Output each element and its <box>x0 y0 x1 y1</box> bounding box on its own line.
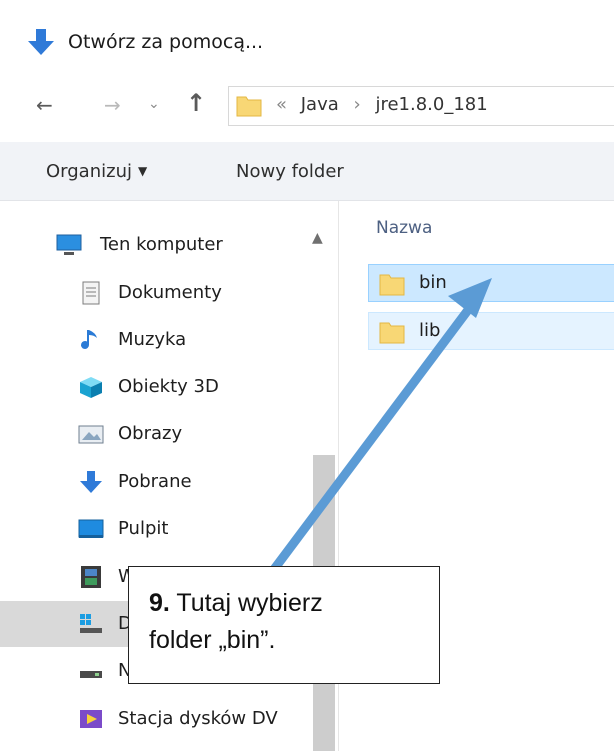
nav-item-label: Stacja dysków DV <box>118 708 278 729</box>
breadcrumb-separator: › <box>353 94 361 115</box>
folder-icon <box>379 274 405 296</box>
nav-item-label: Pobrane <box>118 471 192 492</box>
dvd-drive-icon <box>80 710 102 728</box>
chevron-down-icon[interactable]: ⌄ <box>148 96 160 112</box>
nav-item-label: Obrazy <box>118 423 183 444</box>
nav-item-label: Ten komputer <box>100 234 223 255</box>
music-icon <box>81 330 97 349</box>
file-row-lib[interactable]: lib <box>368 312 614 350</box>
nav-item-pictures[interactable]: Obrazy <box>0 411 308 457</box>
drive-icon <box>80 671 102 678</box>
window-title: Otwórz za pomocą... <box>68 31 264 53</box>
nav-item-music[interactable]: Muzyka <box>0 317 308 363</box>
nav-item-documents[interactable]: Dokumenty <box>0 270 308 316</box>
nav-item-3d-objects[interactable]: Obiekty 3D <box>0 364 308 410</box>
video-icon <box>81 566 101 588</box>
callout-text: 9. Tutaj wybierz folder „bin”. <box>149 585 439 659</box>
nav-item-label: Pulpit <box>118 518 169 539</box>
callout-step: 9. <box>149 589 170 617</box>
scroll-up-icon[interactable]: ▲ <box>312 230 323 246</box>
desktop-icon <box>78 519 104 538</box>
organize-label: Organizuj <box>46 161 132 182</box>
cube-3d-icon <box>80 377 102 398</box>
new-folder-button[interactable]: Nowy folder <box>236 161 344 182</box>
download-arrow-icon <box>28 29 54 55</box>
callout-line2: folder „bin”. <box>149 626 276 654</box>
breadcrumb-overflow[interactable]: « <box>276 94 287 115</box>
nav-item-label: Muzyka <box>118 329 187 350</box>
nav-item-desktop[interactable]: Pulpit <box>0 506 308 552</box>
download-arrow-icon <box>80 471 102 493</box>
file-name: bin <box>419 272 447 293</box>
nav-item-downloads[interactable]: Pobrane <box>0 459 308 505</box>
folder-icon <box>379 322 405 344</box>
back-arrow-icon[interactable]: ← <box>36 93 53 117</box>
file-name: lib <box>419 320 441 341</box>
nav-item-label: Obiekty 3D <box>118 376 219 397</box>
forward-arrow-icon[interactable]: → <box>104 93 121 117</box>
organize-button[interactable]: Organizuj ▼ <box>46 161 147 182</box>
document-icon <box>82 281 100 305</box>
caret-down-icon: ▼ <box>137 164 148 178</box>
callout-line1: Tutaj wybierz <box>176 589 323 617</box>
file-row-bin[interactable]: bin <box>368 264 614 302</box>
nav-item-label: Dokumenty <box>118 282 222 303</box>
computer-icon <box>56 234 82 255</box>
column-header-name[interactable]: Nazwa <box>376 218 432 238</box>
nav-item-dvd-drive[interactable]: Stacja dysków DV <box>0 696 308 742</box>
breadcrumb[interactable]: « Java › jre1.8.0_181 <box>276 94 488 115</box>
up-arrow-icon[interactable]: ↑ <box>186 89 206 117</box>
folder-icon <box>236 96 262 117</box>
pictures-icon <box>78 425 104 444</box>
breadcrumb-jre[interactable]: jre1.8.0_181 <box>375 94 487 115</box>
windows-drive-icon <box>80 614 102 633</box>
nav-item-this-pc[interactable]: Ten komputer <box>0 222 308 268</box>
breadcrumb-java[interactable]: Java <box>301 94 339 115</box>
instruction-callout: 9. Tutaj wybierz folder „bin”. <box>128 566 440 684</box>
